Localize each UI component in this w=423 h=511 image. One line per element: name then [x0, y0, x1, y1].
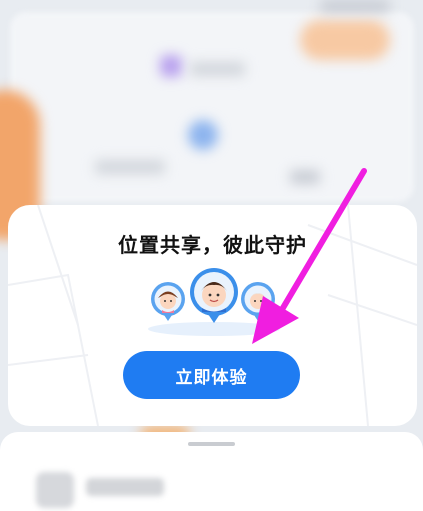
map-poi-purple — [160, 55, 182, 77]
bottom-sheet — [0, 432, 423, 511]
map-label-blur — [190, 62, 245, 76]
father-avatar-pin-icon — [190, 268, 238, 323]
map-label-blur — [95, 160, 165, 174]
map-poi-blue — [188, 120, 218, 150]
try-now-button[interactable]: 立即体验 — [123, 351, 300, 399]
modal-title: 位置共享，彼此守护 — [118, 233, 307, 257]
drag-handle[interactable] — [188, 442, 235, 446]
blurred-item-text — [86, 478, 164, 496]
blurred-item-icon — [36, 472, 74, 508]
map-label-blur — [320, 0, 390, 12]
grandma-avatar-pin-icon — [241, 282, 275, 321]
family-location-pins-illustration — [148, 268, 280, 336]
map-label-blur — [290, 170, 320, 184]
location-share-modal: 位置共享，彼此守护 立即体验 — [8, 205, 417, 426]
map-area-orange-top — [300, 20, 390, 60]
girl-avatar-pin-icon — [151, 282, 185, 321]
